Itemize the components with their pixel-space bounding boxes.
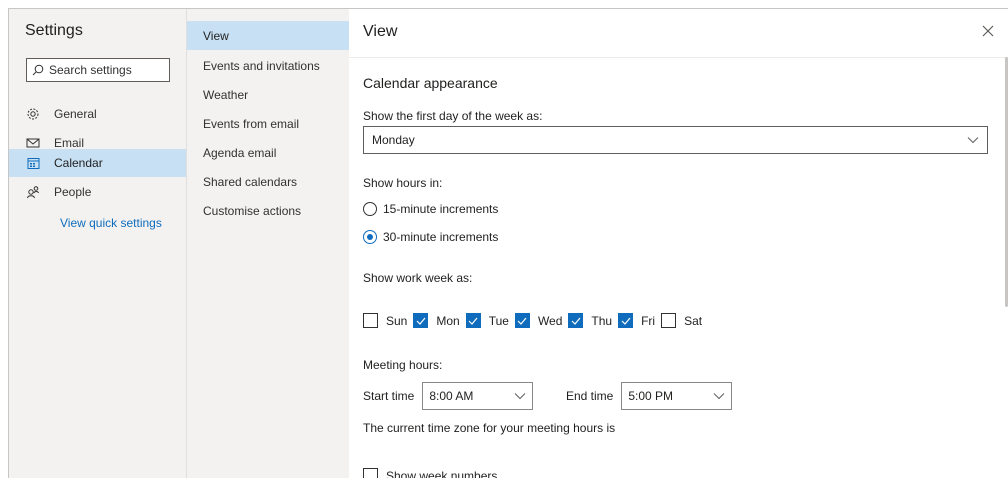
day-label: Sat: [684, 313, 703, 328]
checkbox-checked[interactable]: [413, 313, 429, 328]
week-numbers-checkbox-row[interactable]: Show week numbers: [363, 468, 497, 478]
day-label: Thu: [591, 313, 613, 328]
end-time-row: End time 5:00 PM: [566, 382, 733, 410]
day-checkbox-tue[interactable]: Tue: [465, 313, 509, 328]
subnav-item-view[interactable]: View: [187, 21, 349, 50]
checkbox-checked[interactable]: [618, 313, 634, 328]
start-time-label: Start time: [363, 389, 415, 403]
checkmark-icon: [468, 317, 478, 325]
people-icon: [25, 185, 41, 199]
settings-title: Settings: [25, 22, 83, 39]
nav-item-label: People: [54, 185, 92, 199]
subnav-item-weather[interactable]: Weather: [187, 80, 349, 109]
radio-button[interactable]: [363, 202, 377, 216]
day-label: Wed: [537, 313, 563, 328]
settings-dialog: Settings Search settings General Email C…: [8, 8, 1008, 478]
subnav-item-customise-actions[interactable]: Customise actions: [187, 196, 349, 225]
radio-15-minute[interactable]: 15-minute increments: [363, 202, 498, 216]
checkbox-checked[interactable]: [514, 313, 530, 328]
radio-label: 15-minute increments: [383, 202, 499, 216]
start-time-dropdown[interactable]: 8:00 AM: [422, 382, 534, 410]
day-checkbox-sat[interactable]: Sat: [661, 313, 702, 328]
mail-icon: [25, 137, 41, 149]
day-checkbox-sun[interactable]: Sun: [363, 313, 407, 328]
radio-30-minute[interactable]: 30-minute increments: [363, 230, 498, 244]
gear-icon: [25, 107, 41, 121]
radio-label: 30-minute increments: [383, 230, 499, 244]
page-title: View: [363, 23, 398, 40]
section-title: Calendar appearance: [363, 75, 498, 91]
subnav-item-events-from-email[interactable]: Events from email: [187, 109, 349, 138]
day-checkbox-thu[interactable]: Thu: [568, 313, 612, 328]
first-day-dropdown[interactable]: Monday: [363, 126, 988, 154]
start-time-row: Start time 8:00 AM: [363, 382, 534, 410]
checkbox-checked[interactable]: [465, 313, 481, 328]
search-icon: [27, 64, 49, 76]
start-time-value: 8:00 AM: [429, 389, 474, 403]
search-placeholder: Search settings: [49, 63, 132, 77]
nav-item-calendar[interactable]: Calendar: [9, 149, 186, 177]
nav-item-label: General: [54, 107, 97, 121]
view-settings-panel: View Calendar appearance Show the first …: [349, 9, 1008, 478]
end-time-label: End time: [566, 389, 614, 403]
nav-item-people[interactable]: People: [9, 178, 186, 206]
checkbox[interactable]: [661, 313, 677, 328]
day-label: Tue: [488, 313, 509, 328]
day-label: Sun: [386, 313, 408, 328]
nav-item-label: Email: [54, 136, 85, 150]
meeting-hours-label: Meeting hours:: [363, 358, 443, 372]
checkbox[interactable]: [363, 468, 378, 478]
chevron-down-icon: [713, 389, 725, 403]
first-day-value: Monday: [372, 133, 415, 147]
radio-button-selected[interactable]: [363, 230, 377, 244]
close-icon[interactable]: [980, 23, 996, 39]
chevron-down-icon: [514, 389, 526, 403]
subnav-item-shared-calendars[interactable]: Shared calendars: [187, 167, 349, 196]
checkbox[interactable]: [363, 313, 378, 328]
calendar-icon: [25, 157, 41, 170]
subnav-item-agenda-email[interactable]: Agenda email: [187, 138, 349, 167]
nav-item-general[interactable]: General: [9, 100, 186, 128]
work-week-days: Sun Mon Tue Wed Thu Fri Sat: [363, 313, 708, 328]
checkmark-icon: [571, 317, 581, 325]
checkbox-checked[interactable]: [568, 313, 584, 328]
end-time-value: 5:00 PM: [628, 389, 674, 403]
day-checkbox-mon[interactable]: Mon: [413, 313, 460, 328]
checkmark-icon: [416, 317, 426, 325]
subnav-item-events-invitations[interactable]: Events and invitations: [187, 51, 349, 80]
checkmark-icon: [518, 317, 527, 325]
checkmark-icon: [621, 317, 631, 325]
calendar-subnav: View Events and invitations Weather Even…: [186, 9, 349, 478]
header-divider: [349, 57, 1008, 58]
day-checkbox-fri[interactable]: Fri: [618, 313, 655, 328]
timezone-text: The current time zone for your meeting h…: [363, 421, 616, 435]
day-label: Mon: [436, 313, 460, 328]
settings-nav: Settings Search settings General Email C…: [9, 9, 186, 478]
hours-label: Show hours in:: [363, 176, 443, 190]
week-numbers-label: Show week numbers: [386, 468, 498, 478]
day-label: Fri: [641, 313, 656, 328]
day-checkbox-wed[interactable]: Wed: [514, 313, 563, 328]
end-time-dropdown[interactable]: 5:00 PM: [621, 382, 733, 410]
view-quick-settings-link[interactable]: View quick settings: [60, 216, 162, 230]
nav-item-label: Calendar: [54, 156, 103, 170]
search-input[interactable]: Search settings: [26, 58, 170, 82]
first-day-label: Show the first day of the week as:: [363, 109, 543, 123]
work-week-label: Show work week as:: [363, 271, 473, 285]
chevron-down-icon: [967, 133, 979, 147]
